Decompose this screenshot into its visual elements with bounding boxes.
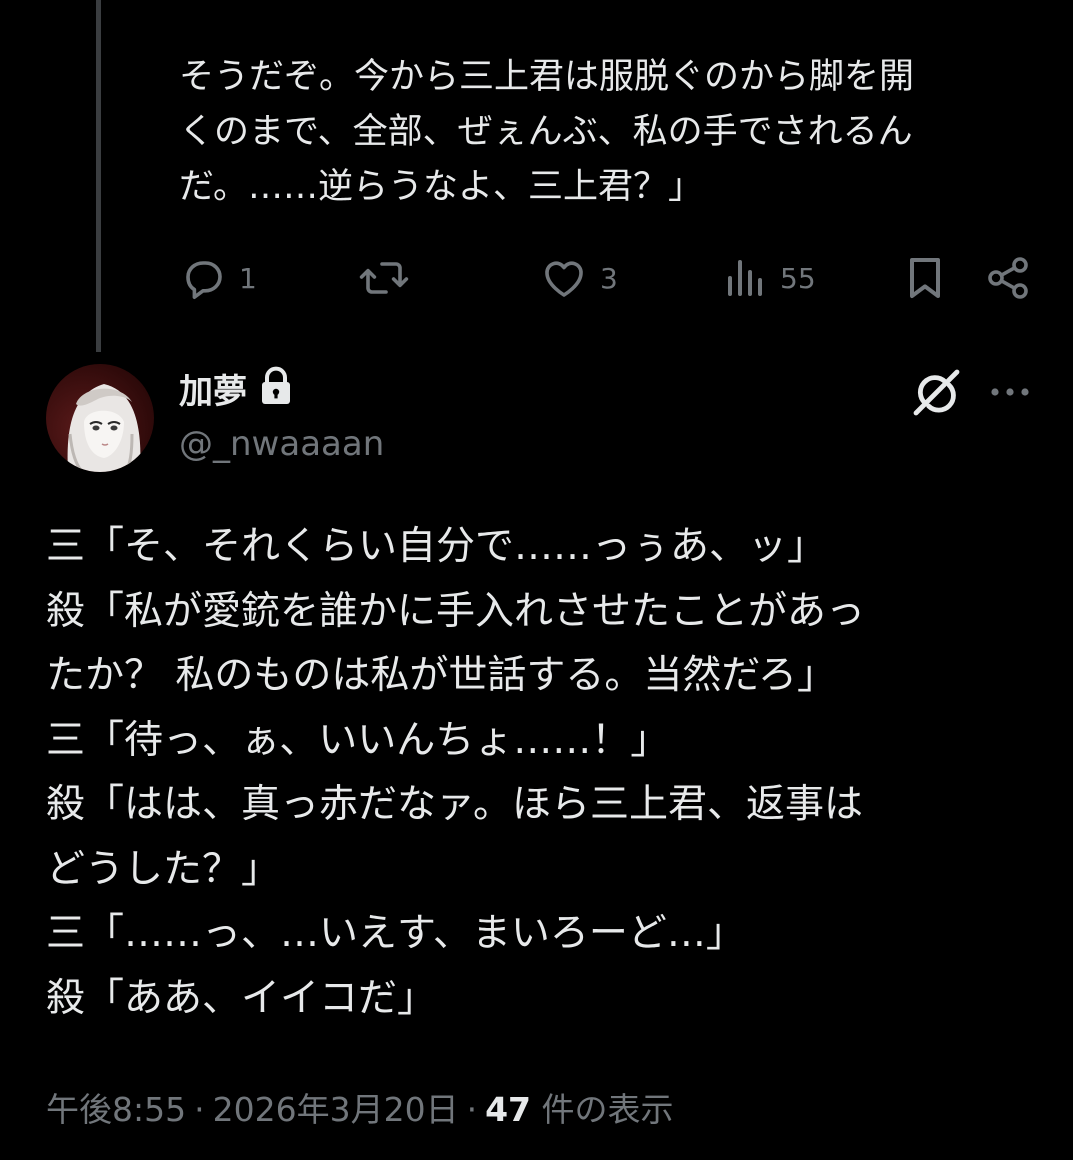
share-icon	[984, 254, 1032, 302]
heart-icon	[540, 254, 588, 302]
post-line: 三「待っ、ぁ、いいんちょ……！」	[46, 717, 670, 763]
post-time[interactable]: 午後8:55	[46, 1090, 186, 1129]
post-views-count[interactable]: 47	[485, 1090, 531, 1129]
reply-icon	[179, 254, 227, 302]
author-name-row[interactable]: 加夢	[179, 366, 293, 418]
lock-icon	[259, 366, 293, 418]
previous-post-text: そうだぞ。今から三上君は服脱ぐのから脚を開 くのまで、全部、ぜぇんぶ、私の手でさ…	[179, 50, 1039, 215]
post-line: 三「そ、それくらい自分で……っぅあ、ッ」	[46, 524, 827, 569]
post-date[interactable]: 2026年3月20日	[213, 1090, 459, 1129]
reply-count: 1	[239, 261, 257, 295]
author-display-name[interactable]: 加夢	[179, 369, 247, 415]
repost-button[interactable]	[358, 250, 410, 306]
post-line: どうした？」	[46, 846, 281, 892]
previous-post-line: だ。……逆らうなよ、三上君？」	[179, 167, 703, 207]
views-count: 55	[780, 261, 816, 295]
meta-separator: ·	[466, 1090, 478, 1129]
previous-post-line: そうだぞ。今から三上君は服脱ぐのから脚を開	[179, 57, 915, 97]
post-line: 三「……っ、…いえす、まいろーど…」	[46, 911, 745, 956]
reply-button[interactable]: 1	[179, 250, 257, 306]
grok-icon[interactable]	[910, 366, 962, 422]
bar-chart-icon	[722, 254, 768, 302]
bookmark-icon	[902, 254, 948, 302]
like-count: 3	[600, 261, 618, 295]
repost-icon	[358, 254, 410, 302]
post-views-label[interactable]: 件の表示	[542, 1090, 674, 1129]
previous-post-action-bar: 1 3 55	[0, 250, 1073, 306]
share-button[interactable]	[984, 250, 1032, 306]
post-line: 殺「私が愛銃を誰かに手入れさせたことがあっ	[46, 588, 866, 634]
author-avatar[interactable]	[46, 364, 154, 472]
meta-separator: ·	[194, 1090, 205, 1129]
like-button[interactable]: 3	[540, 250, 618, 306]
more-icon[interactable]	[988, 378, 1032, 410]
post-text: 三「そ、それくらい自分で……っぅあ、ッ」 殺「私が愛銃を誰かに手入れさせたことが…	[46, 515, 1056, 1031]
post-meta: 午後8:55 · 2026年3月20日 · 47 件の表示	[46, 1086, 674, 1134]
bookmark-button[interactable]	[902, 250, 948, 306]
author-handle[interactable]: @_nwaaaan	[179, 420, 384, 468]
post-line: 殺「はは、真っ赤だなァ。ほら三上君、返事は	[46, 782, 864, 827]
post-line: 殺「ああ、イイコだ」	[46, 975, 437, 1021]
views-button[interactable]: 55	[722, 250, 816, 306]
previous-post-line: くのまで、全部、ぜぇんぶ、私の手でされるん	[179, 112, 913, 152]
post-line: たか？ 私のものは私が世話する。当然だろ」	[46, 653, 837, 698]
